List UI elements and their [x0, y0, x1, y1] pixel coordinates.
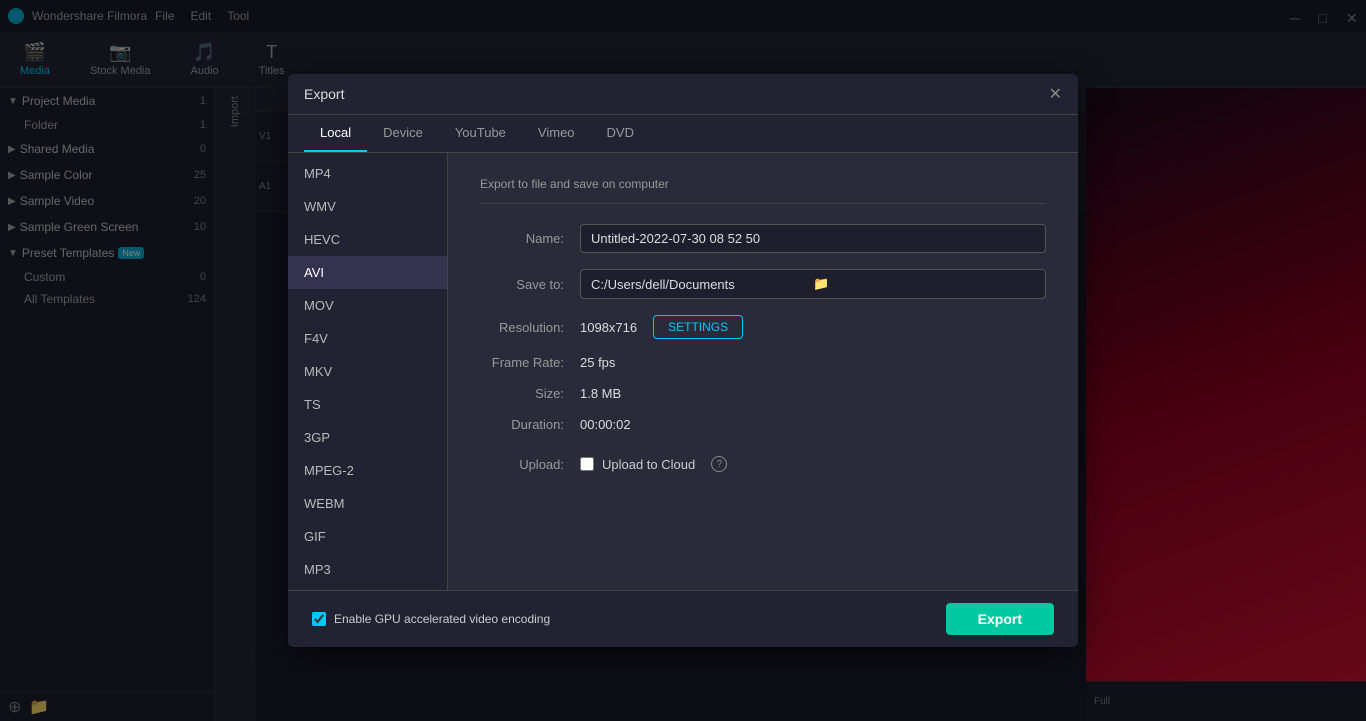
export-dialog: Export ✕ Local Device YouTube Vimeo DVD …: [288, 74, 1078, 647]
upload-row: Upload: Upload to Cloud ?: [480, 456, 1046, 472]
format-mp3[interactable]: MP3: [288, 553, 447, 586]
format-wmv[interactable]: WMV: [288, 190, 447, 223]
format-3gp[interactable]: 3GP: [288, 421, 447, 454]
upload-checkbox-container: Upload to Cloud ?: [580, 456, 727, 472]
duration-label: Duration:: [480, 417, 580, 432]
size-value: 1.8 MB: [580, 386, 621, 401]
frame-rate-label: Frame Rate:: [480, 355, 580, 370]
format-webm[interactable]: WEBM: [288, 487, 447, 520]
save-to-label: Save to:: [480, 277, 580, 292]
size-label: Size:: [480, 386, 580, 401]
duration-row: Duration: 00:00:02: [480, 417, 1046, 432]
upload-to-cloud-label: Upload to Cloud: [602, 457, 695, 472]
resolution-value: 1098x716: [580, 320, 637, 335]
duration-value: 00:00:02: [580, 417, 631, 432]
export-button[interactable]: Export: [946, 603, 1054, 635]
format-f4v[interactable]: F4V: [288, 322, 447, 355]
upload-label: Upload:: [480, 457, 580, 472]
resolution-label: Resolution:: [480, 320, 580, 335]
gpu-checkbox[interactable]: [312, 612, 326, 626]
upload-help-icon[interactable]: ?: [711, 456, 727, 472]
upload-to-cloud-checkbox[interactable]: [580, 457, 594, 471]
dialog-close-button[interactable]: ✕: [1049, 84, 1062, 104]
tab-youtube[interactable]: YouTube: [439, 115, 522, 152]
format-ts[interactable]: TS: [288, 388, 447, 421]
dialog-body: MP4 WMV HEVC AVI MOV F4V MKV TS 3GP MPEG…: [288, 153, 1078, 590]
save-to-field-row: Save to: C:/Users/dell/Documents 📁: [480, 269, 1046, 299]
folder-browse-icon[interactable]: 📁: [813, 276, 1035, 292]
format-mpeg2[interactable]: MPEG-2: [288, 454, 447, 487]
format-avi[interactable]: AVI: [288, 256, 447, 289]
dialog-tabs: Local Device YouTube Vimeo DVD: [288, 115, 1078, 153]
name-label: Name:: [480, 231, 580, 246]
name-input[interactable]: [580, 224, 1046, 253]
tab-dvd[interactable]: DVD: [591, 115, 650, 152]
tab-device[interactable]: Device: [367, 115, 439, 152]
tab-vimeo[interactable]: Vimeo: [522, 115, 591, 152]
format-mkv[interactable]: MKV: [288, 355, 447, 388]
save-to-value: C:/Users/dell/Documents: [591, 277, 813, 292]
frame-rate-row: Frame Rate: 25 fps: [480, 355, 1046, 370]
gpu-label: Enable GPU accelerated video encoding: [334, 612, 550, 626]
dialog-footer: Enable GPU accelerated video encoding Ex…: [288, 590, 1078, 647]
format-list: MP4 WMV HEVC AVI MOV F4V MKV TS 3GP MPEG…: [288, 153, 448, 590]
frame-rate-value: 25 fps: [580, 355, 615, 370]
name-field-row: Name:: [480, 224, 1046, 253]
export-subtitle: Export to file and save on computer: [480, 177, 1046, 204]
gpu-checkbox-container: Enable GPU accelerated video encoding: [312, 612, 550, 626]
dialog-title-bar: Export ✕: [288, 74, 1078, 115]
dialog-title: Export: [304, 86, 344, 102]
settings-button[interactable]: SETTINGS: [653, 315, 743, 339]
format-gif[interactable]: GIF: [288, 520, 447, 553]
dialog-overlay: Export ✕ Local Device YouTube Vimeo DVD …: [0, 0, 1366, 721]
save-to-input[interactable]: C:/Users/dell/Documents 📁: [580, 269, 1046, 299]
resolution-row: Resolution: 1098x716 SETTINGS: [480, 315, 1046, 339]
size-row: Size: 1.8 MB: [480, 386, 1046, 401]
tab-local[interactable]: Local: [304, 115, 367, 152]
export-settings-panel: Export to file and save on computer Name…: [448, 153, 1078, 590]
format-mov[interactable]: MOV: [288, 289, 447, 322]
format-hevc[interactable]: HEVC: [288, 223, 447, 256]
format-mp4[interactable]: MP4: [288, 157, 447, 190]
